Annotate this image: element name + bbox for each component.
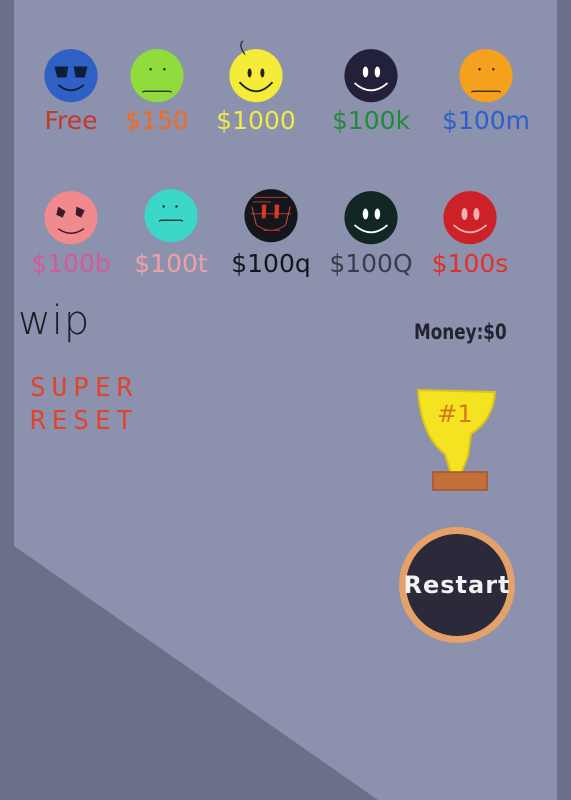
trophy-base — [432, 471, 488, 491]
skin-price[interactable]: $100s — [432, 249, 509, 278]
skin-price[interactable]: $100b — [31, 249, 111, 278]
skin-ball-icon[interactable] — [127, 39, 187, 105]
restart-label: Restart — [403, 571, 511, 599]
trophy-icon: #1 — [416, 388, 497, 491]
wip-label: wip — [18, 298, 91, 344]
trophy-label: #1 — [437, 400, 472, 428]
skin-ball-icon[interactable] — [456, 39, 516, 105]
skin-price[interactable]: $100Q — [329, 249, 412, 278]
super-reset-line1: SUPER — [30, 373, 139, 403]
super-reset-line2: RESET — [30, 406, 139, 436]
money-display: Money:$0 — [414, 320, 507, 344]
skin-price[interactable]: Free — [44, 106, 97, 135]
skin-price[interactable]: $100q — [231, 249, 311, 278]
skin-ball-icon[interactable] — [141, 179, 201, 245]
skin-ball-icon[interactable] — [241, 179, 301, 245]
skin-ball-icon[interactable] — [41, 39, 101, 105]
skin-ball-icon[interactable] — [41, 181, 101, 247]
skin-price[interactable]: $150 — [125, 106, 189, 135]
skin-ball-icon[interactable] — [341, 181, 401, 247]
super-reset-button[interactable]: SUPER RESET — [30, 372, 138, 438]
skin-price[interactable]: $100k — [332, 106, 410, 135]
skin-price[interactable]: $1000 — [216, 106, 296, 135]
skin-ball-icon[interactable] — [440, 181, 500, 247]
skin-price[interactable]: $100t — [134, 249, 207, 278]
skin-ball-icon[interactable] — [226, 39, 286, 105]
skin-price[interactable]: $100m — [442, 106, 530, 135]
restart-button[interactable]: Restart — [399, 527, 515, 643]
skin-ball-icon[interactable] — [341, 39, 401, 105]
